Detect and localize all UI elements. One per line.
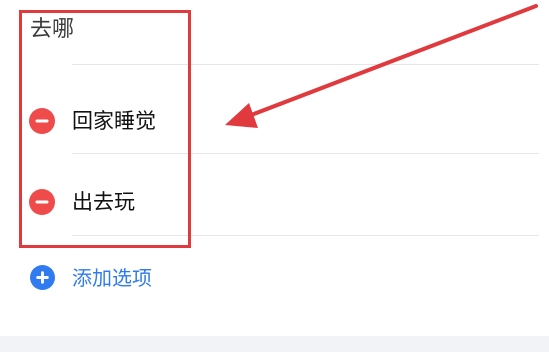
footer-band: [0, 336, 549, 352]
add-option-label[interactable]: 添加选项: [72, 262, 152, 294]
annotation-highlight-box: [19, 10, 191, 248]
plus-circle-icon[interactable]: [30, 265, 55, 290]
add-option-button[interactable]: 添加选项: [0, 248, 549, 308]
